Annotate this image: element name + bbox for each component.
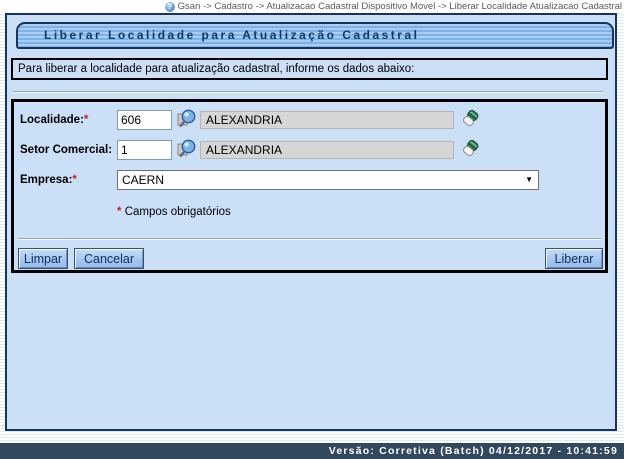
localidade-code-input[interactable] <box>117 110 172 130</box>
empresa-row: Empresa:* CAERN ▼ <box>14 169 605 191</box>
empresa-label: Empresa:* <box>20 169 77 191</box>
search-icon[interactable] <box>176 138 198 160</box>
empresa-select[interactable]: CAERN ▼ <box>117 170 539 190</box>
limpar-button[interactable]: Limpar <box>18 248 68 269</box>
eraser-icon[interactable] <box>460 109 480 129</box>
setor-comercial-row: Setor Comercial: ALEXANDRIA <box>14 139 605 161</box>
localidade-row: Localidade:* ALEXANDRIA <box>14 109 605 131</box>
required-note-text: Campos obrigatórios <box>124 206 231 218</box>
divider <box>13 91 603 93</box>
required-fields-note: * Campos obrigatórios <box>117 206 231 218</box>
instruction-box: Para liberar a localidade para atualizaç… <box>11 58 608 80</box>
status-bar: Versão: Corretiva (Batch) 04/12/2017 - 1… <box>0 443 624 459</box>
setor-comercial-description: ALEXANDRIA <box>200 141 454 159</box>
setor-comercial-label: Setor Comercial: <box>20 144 113 156</box>
main-panel: Liberar Localidade para Atualização Cada… <box>5 13 617 431</box>
required-asterisk: * <box>72 174 77 186</box>
eraser-icon[interactable] <box>460 139 480 159</box>
version-text: Versão: Corretiva (Batch) 04/12/2017 - 1… <box>328 445 618 457</box>
empresa-selected-value: CAERN <box>122 173 165 187</box>
chevron-down-icon: ▼ <box>525 175 533 184</box>
form-box: Localidade:* ALEXANDRIA <box>11 99 608 273</box>
breadcrumb: ? Gsan -> Cadastro -> Atualizacao Cadast… <box>0 0 624 13</box>
localidade-description: ALEXANDRIA <box>200 111 454 129</box>
liberar-button[interactable]: Liberar <box>545 248 603 269</box>
breadcrumb-path[interactable]: Gsan -> Cadastro -> Atualizacao Cadastra… <box>178 1 622 12</box>
divider <box>18 238 601 240</box>
cancelar-button[interactable]: Cancelar <box>74 248 144 269</box>
setor-comercial-code-input[interactable] <box>117 140 172 160</box>
required-asterisk: * <box>117 206 122 218</box>
localidade-label-text: Localidade: <box>20 114 84 126</box>
help-icon[interactable]: ? <box>164 1 175 12</box>
empresa-label-text: Empresa: <box>20 174 73 186</box>
required-asterisk: * <box>83 114 89 126</box>
page-title: Liberar Localidade para Atualização Cada… <box>16 22 614 49</box>
localidade-label: Localidade:* <box>20 109 88 131</box>
search-icon[interactable] <box>176 108 198 130</box>
